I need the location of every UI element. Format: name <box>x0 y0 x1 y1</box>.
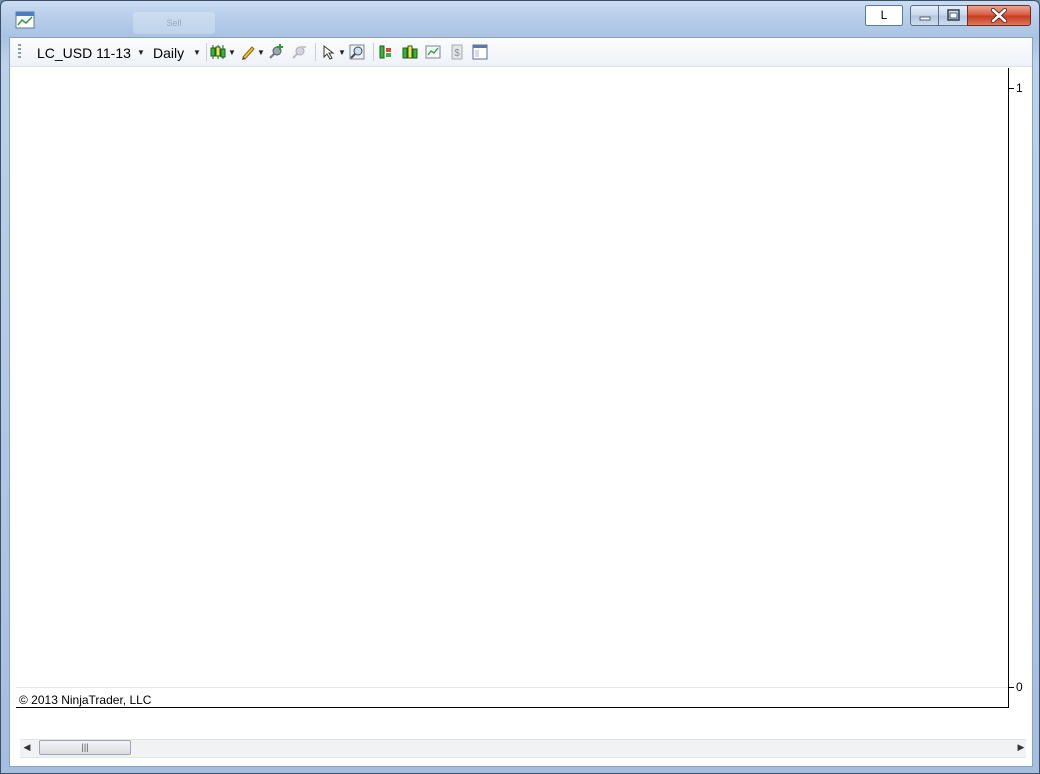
y-axis-label: 0 <box>1016 680 1023 694</box>
scroll-left-arrow-icon[interactable]: ◀ <box>20 739 34 756</box>
close-icon <box>990 7 1008 24</box>
minimize-icon <box>919 16 931 21</box>
dollar-icon[interactable]: $ <box>449 44 465 60</box>
chart-toolbar: LC_USD 11-13 ▼ Daily ▼ ▼ ▼ ▼ $ <box>10 38 1032 67</box>
y-axis-label: 1 <box>1016 81 1023 95</box>
chart-properties-icon[interactable] <box>425 44 441 60</box>
scrollbar-track[interactable] <box>20 739 1026 758</box>
instrument-selector[interactable]: LC_USD 11-13 <box>37 44 131 62</box>
cursor-dropdown-arrow-icon[interactable]: ▼ <box>338 44 346 62</box>
toolbar-separator <box>315 43 316 61</box>
copyright-notice: © 2013 NinjaTrader, LLC <box>19 693 152 707</box>
chart-plot-area[interactable] <box>16 68 1009 708</box>
interval-selector[interactable]: Daily <box>153 44 184 62</box>
svg-text:$: $ <box>454 48 460 59</box>
restore-icon <box>947 9 960 21</box>
bar-data-icon[interactable] <box>402 44 418 60</box>
window-layout-icon[interactable] <box>472 44 488 60</box>
ghost-tab: Sell <box>133 12 215 34</box>
scroll-right-arrow-icon[interactable]: ▶ <box>1014 739 1028 756</box>
chart-app-icon[interactable] <box>15 11 35 29</box>
chart-client-area: LC_USD 11-13 ▼ Daily ▼ ▼ ▼ ▼ $ 1 0 © 201… <box>9 37 1033 767</box>
cursor-select-icon[interactable] <box>321 44 337 60</box>
instrument-dropdown-arrow-icon[interactable]: ▼ <box>137 44 145 62</box>
drawing-tools-dropdown-arrow-icon[interactable]: ▼ <box>257 44 265 62</box>
remove-indicator-icon[interactable] <box>291 44 307 60</box>
title-bar[interactable]: Sell L <box>1 1 1039 37</box>
y-axis-tick <box>1008 687 1014 688</box>
toolbar-separator <box>373 43 374 61</box>
candlestick-style-icon[interactable] <box>210 44 226 60</box>
zoom-icon[interactable] <box>349 44 365 60</box>
chart-baseline <box>16 687 1008 688</box>
restore-button[interactable] <box>938 5 968 26</box>
minimize-button[interactable] <box>910 5 939 26</box>
toolbar-grip[interactable] <box>18 44 21 60</box>
y-axis-tick <box>1008 88 1014 89</box>
chart-style-dropdown-arrow-icon[interactable]: ▼ <box>228 44 236 62</box>
interval-dropdown-arrow-icon[interactable]: ▼ <box>193 44 201 62</box>
horizontal-scrollbar[interactable]: ◀ ||| ▶ <box>10 735 1032 766</box>
toolbar-separator <box>206 43 207 61</box>
add-indicator-icon[interactable] <box>268 44 284 60</box>
scrollbar-thumb[interactable]: ||| <box>39 740 131 755</box>
link-button[interactable]: L <box>865 5 903 26</box>
strategy-icon[interactable] <box>378 44 394 60</box>
pencil-draw-icon[interactable] <box>240 44 256 60</box>
chart-window: Sell L LC_USD 11-13 ▼ Daily ▼ ▼ ▼ ▼ $ 1 … <box>0 0 1040 774</box>
close-button[interactable] <box>967 5 1031 26</box>
